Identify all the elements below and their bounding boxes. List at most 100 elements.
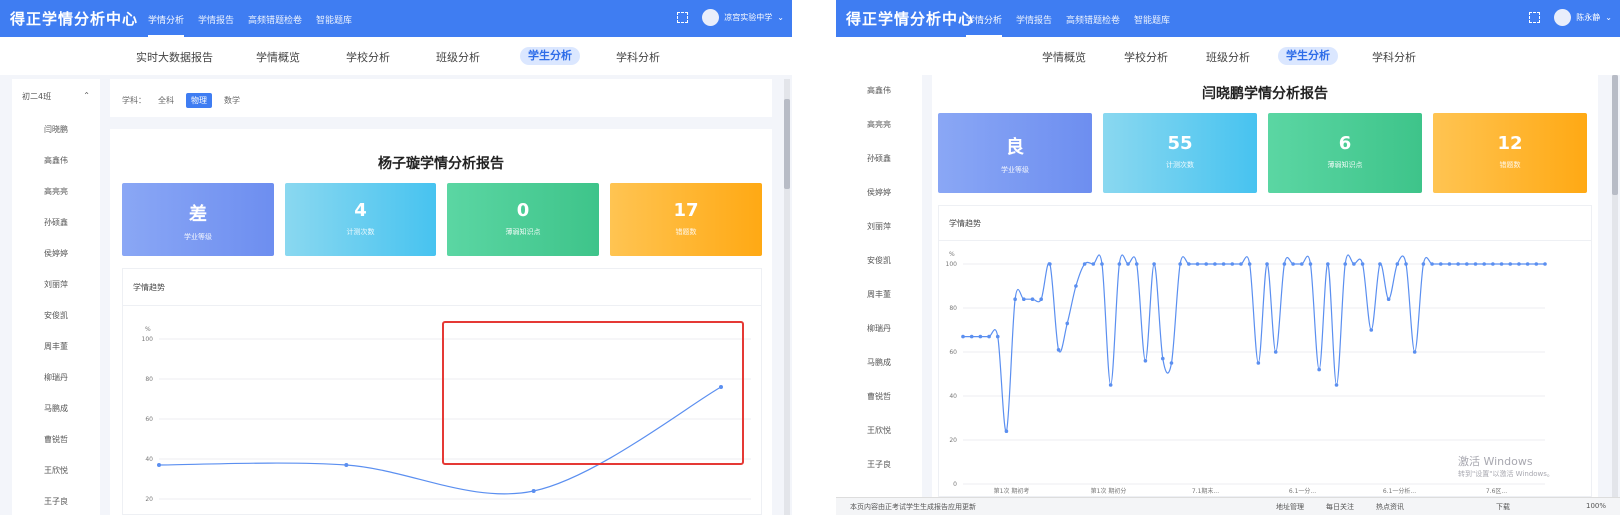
- stat-value: 良: [1006, 137, 1024, 158]
- nav-item-analysis[interactable]: 学情分析: [148, 13, 185, 37]
- tab-school[interactable]: 学校分析: [1124, 49, 1168, 65]
- user-area: 凉宫实验中学 ⌄: [677, 9, 784, 26]
- student-item[interactable]: 安俊凯: [12, 310, 100, 321]
- student-item[interactable]: 王子良: [836, 459, 922, 470]
- fullscreen-icon[interactable]: [1529, 12, 1541, 23]
- student-item[interactable]: 孙硕鑫: [836, 153, 922, 164]
- stat-value: 12: [1497, 133, 1523, 154]
- user-area: 陈永静 ⌄: [1529, 9, 1612, 26]
- status-follow[interactable]: 每日关注: [1326, 502, 1354, 512]
- tab-school[interactable]: 学校分析: [346, 49, 390, 65]
- chevron-down-icon[interactable]: ⌄: [777, 13, 784, 22]
- filter-label: 学科：: [122, 96, 146, 105]
- student-item[interactable]: 周丰董: [12, 341, 100, 352]
- divider: [123, 305, 761, 306]
- data-point: [1126, 262, 1130, 266]
- student-item[interactable]: 孙硕鑫: [12, 217, 100, 228]
- data-point: [1065, 321, 1070, 326]
- student-item[interactable]: 王子良: [12, 496, 100, 507]
- data-point: [1317, 367, 1321, 372]
- student-item[interactable]: 闫晓鹏: [12, 124, 100, 135]
- scroll-thumb[interactable]: [1612, 75, 1618, 195]
- student-item[interactable]: 高鑫伟: [12, 155, 100, 166]
- status-news[interactable]: 热点资讯: [1376, 502, 1404, 512]
- y-tick-label: 20: [145, 496, 153, 503]
- data-point: [1247, 262, 1252, 266]
- data-point: [1456, 262, 1460, 266]
- stat-value: 0: [516, 200, 530, 221]
- data-point: [1082, 262, 1087, 266]
- chevron-up-icon[interactable]: ⌃: [83, 91, 90, 100]
- data-point: [1525, 262, 1530, 266]
- fullscreen-icon[interactable]: [677, 12, 689, 23]
- tab-overview[interactable]: 学情概览: [256, 49, 300, 65]
- data-point: [1369, 328, 1374, 332]
- student-item[interactable]: 马鹏成: [836, 357, 922, 368]
- y-tick-label: 80: [949, 305, 957, 312]
- data-point: [1299, 262, 1304, 266]
- data-point: [1508, 262, 1513, 266]
- tab-student[interactable]: 学生分析: [1278, 47, 1338, 65]
- student-item[interactable]: 曹锐哲: [836, 391, 922, 402]
- stat-label: 计测次数: [1166, 161, 1194, 169]
- data-point: [1091, 262, 1096, 266]
- data-point: [1334, 383, 1339, 387]
- status-download[interactable]: 下载: [1496, 502, 1510, 512]
- student-item[interactable]: 高亮亮: [836, 119, 922, 130]
- student-item[interactable]: 侯婷婷: [12, 248, 100, 259]
- tab-class[interactable]: 班级分析: [436, 49, 480, 65]
- tab-realtime[interactable]: 实时大数据报告: [136, 49, 213, 65]
- data-point: [1187, 262, 1191, 266]
- student-item[interactable]: 柳瑞丹: [12, 372, 100, 383]
- nav-item-report[interactable]: 学情报告: [1016, 13, 1052, 37]
- student-item[interactable]: 曹锐哲: [12, 434, 100, 445]
- nav-item-errors[interactable]: 高频错题检卷: [1066, 13, 1120, 37]
- data-point: [987, 334, 991, 339]
- scroll-thumb[interactable]: [784, 99, 790, 189]
- filter-option-all[interactable]: 全科: [158, 95, 174, 106]
- student-item[interactable]: 王欣悦: [836, 425, 922, 436]
- sidebar-group[interactable]: 初二4班 ⌃: [12, 91, 100, 102]
- student-item[interactable]: 侯婷婷: [836, 187, 922, 198]
- student-item[interactable]: 马鹏成: [12, 403, 100, 414]
- tab-overview[interactable]: 学情概览: [1042, 49, 1086, 65]
- nav-item-question-bank[interactable]: 智能题库: [316, 13, 352, 37]
- tab-student[interactable]: 学生分析: [520, 47, 580, 65]
- tab-class[interactable]: 班级分析: [1206, 49, 1250, 65]
- y-axis-unit: %: [949, 251, 955, 258]
- nav-item-report[interactable]: 学情报告: [198, 13, 234, 37]
- filter-option-physics[interactable]: 物理: [186, 93, 212, 108]
- top-navbar: 得正学情分析中心 学情分析 学情报告 高频错题检卷 智能题库 凉宫实验中学 ⌄: [0, 0, 792, 37]
- y-tick-label: 100: [946, 261, 958, 268]
- student-item[interactable]: 高鑫伟: [836, 85, 922, 96]
- data-point: [1308, 262, 1313, 266]
- subject-filter: 学科： 全科 物理 数学: [122, 93, 252, 108]
- student-item[interactable]: 王欣悦: [12, 465, 100, 476]
- student-item[interactable]: 周丰董: [836, 289, 922, 300]
- student-item[interactable]: 刘丽萍: [12, 279, 100, 290]
- user-name[interactable]: 凉宫实验中学: [724, 12, 772, 23]
- zoom-level[interactable]: 100%: [1586, 502, 1606, 510]
- student-item[interactable]: 安俊凯: [836, 255, 922, 266]
- tab-subject[interactable]: 学科分析: [1372, 49, 1416, 65]
- nav-item-errors[interactable]: 高频错题检卷: [248, 13, 302, 37]
- stat-value: 差: [189, 204, 207, 225]
- tab-subject[interactable]: 学科分析: [616, 49, 660, 65]
- filter-option-math[interactable]: 数学: [224, 95, 240, 106]
- avatar[interactable]: [1554, 9, 1572, 26]
- scrollbar[interactable]: [1612, 75, 1618, 497]
- status-address[interactable]: 地址管理: [1276, 502, 1304, 512]
- nav-item-question-bank[interactable]: 智能题库: [1134, 13, 1170, 37]
- student-item[interactable]: 刘丽萍: [836, 221, 922, 232]
- data-point: [1213, 262, 1217, 266]
- scrollbar[interactable]: [784, 79, 790, 515]
- user-name[interactable]: 陈永静: [1576, 12, 1600, 23]
- nav-item-analysis[interactable]: 学情分析: [966, 13, 1003, 37]
- student-item[interactable]: 柳瑞丹: [836, 323, 922, 334]
- data-point: [1230, 262, 1235, 266]
- divider: [939, 240, 1591, 241]
- avatar[interactable]: [702, 9, 720, 26]
- trend-title: 学情趋势: [949, 219, 981, 228]
- chevron-down-icon[interactable]: ⌄: [1605, 13, 1612, 22]
- student-item[interactable]: 高亮亮: [12, 186, 100, 197]
